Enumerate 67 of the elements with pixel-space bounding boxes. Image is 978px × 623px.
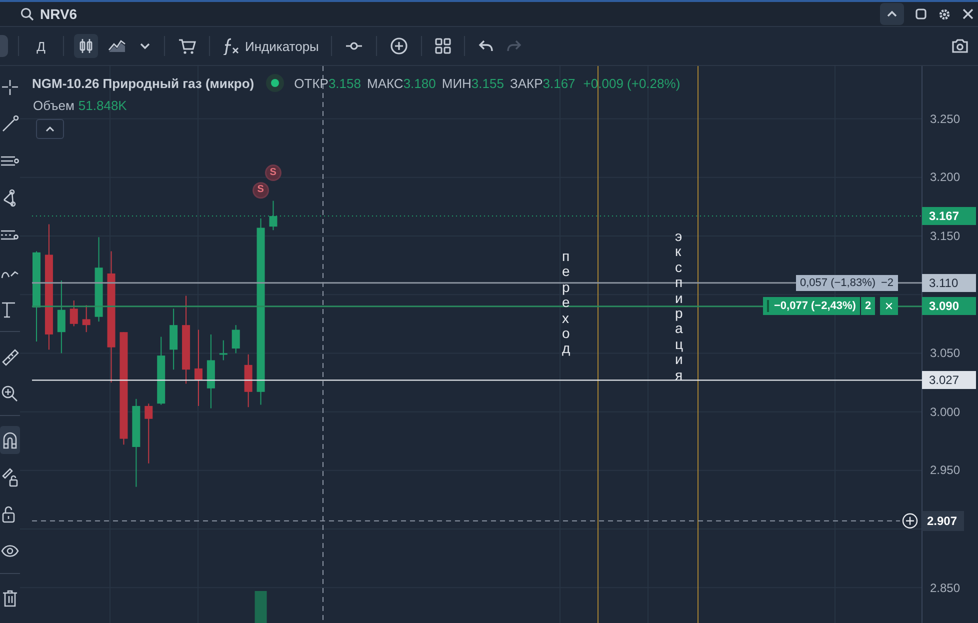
symbol-search-field[interactable]: NRV6 [40, 6, 78, 22]
cart-icon[interactable] [178, 38, 196, 54]
event-label: переход [562, 249, 576, 357]
undo-icon[interactable] [478, 39, 494, 53]
ohlc-label: МИН [442, 76, 472, 90]
position-quantity-label[interactable]: 2 [861, 297, 876, 316]
sell-marker-circle[interactable] [252, 182, 270, 199]
ohlc-label: МАКС [366, 76, 404, 90]
price-axis-label: 3.250 [930, 110, 960, 127]
search-icon [20, 7, 34, 21]
magnet-tool-icon[interactable] [0, 426, 20, 454]
camera-icon[interactable] [951, 38, 969, 54]
order-pnl-label[interactable]: 0,057 (−1,83%) [796, 274, 880, 291]
price-tag: 3.090 [922, 297, 976, 316]
candlestick [232, 324, 240, 354]
ohlc-value: 3.155 [471, 76, 504, 90]
symbol-title: NGM-10.26 Природный газ (микро) [32, 76, 254, 90]
grid-icon[interactable] [434, 38, 451, 54]
position-pnl-label[interactable]: −0,077 (−2,43%) [763, 297, 860, 316]
close-position-button[interactable]: ✕ [880, 297, 898, 316]
candlestick [219, 340, 228, 361]
sell-marker-circle[interactable] [265, 164, 282, 182]
volume-bar [254, 591, 267, 623]
add-circle-icon[interactable] [902, 513, 918, 528]
candlestick [170, 308, 178, 370]
volume-label: Объем [33, 98, 74, 113]
volume-value: 51.848K [78, 98, 127, 113]
price-tag: 3.027 [922, 371, 976, 390]
maximize-icon[interactable] [915, 8, 927, 20]
candlestick [82, 304, 90, 333]
candlestick-icon [78, 38, 94, 54]
price-tag: 3.167 [922, 207, 976, 226]
status-dot [266, 74, 284, 92]
candlestick-chart-button[interactable] [74, 34, 98, 58]
candlestick [144, 403, 153, 464]
node-line-icon[interactable] [344, 40, 363, 52]
candlestick [244, 354, 252, 408]
sell-marker-text: S [270, 166, 276, 179]
sell-marker-text: S [257, 184, 264, 196]
ohlc-value: 3.167 [542, 76, 576, 90]
price-axis-label: 2.950 [930, 462, 960, 478]
price-tag: 3.110 [922, 274, 976, 292]
area-chart-icon [108, 38, 126, 54]
function-icon [222, 37, 240, 55]
settings-icon[interactable] [938, 8, 951, 20]
price-axis-label: 3.150 [930, 228, 960, 244]
collapse-button[interactable] [880, 3, 904, 25]
price-tag: 2.907 [922, 510, 964, 531]
ohlc-value: 3.158 [328, 76, 361, 90]
candlestick [157, 336, 166, 406]
price-axis-label: 3.200 [930, 169, 960, 186]
ohlc-label: ЗАКР [510, 76, 543, 90]
event-label: экспирация [675, 229, 689, 383]
price-axis-label: 3.000 [930, 404, 960, 420]
indicators-button[interactable]: Индикаторы [220, 34, 321, 58]
candlestick [269, 200, 278, 231]
chevron-up-icon [45, 125, 55, 133]
close-icon[interactable] [962, 8, 974, 20]
collapse-legend-button[interactable] [36, 119, 64, 139]
price-axis-label: 2.850 [930, 580, 960, 596]
interval-button[interactable]: Д [29, 34, 53, 58]
order-quantity-label[interactable]: −2 [877, 274, 898, 291]
candlestick [70, 300, 78, 327]
ohlc-label: ОТКР [294, 76, 328, 90]
price-axis-label: 3.050 [930, 345, 960, 362]
add-circle-icon[interactable] [390, 37, 408, 55]
ohlc-value: 3.180 [403, 76, 436, 90]
